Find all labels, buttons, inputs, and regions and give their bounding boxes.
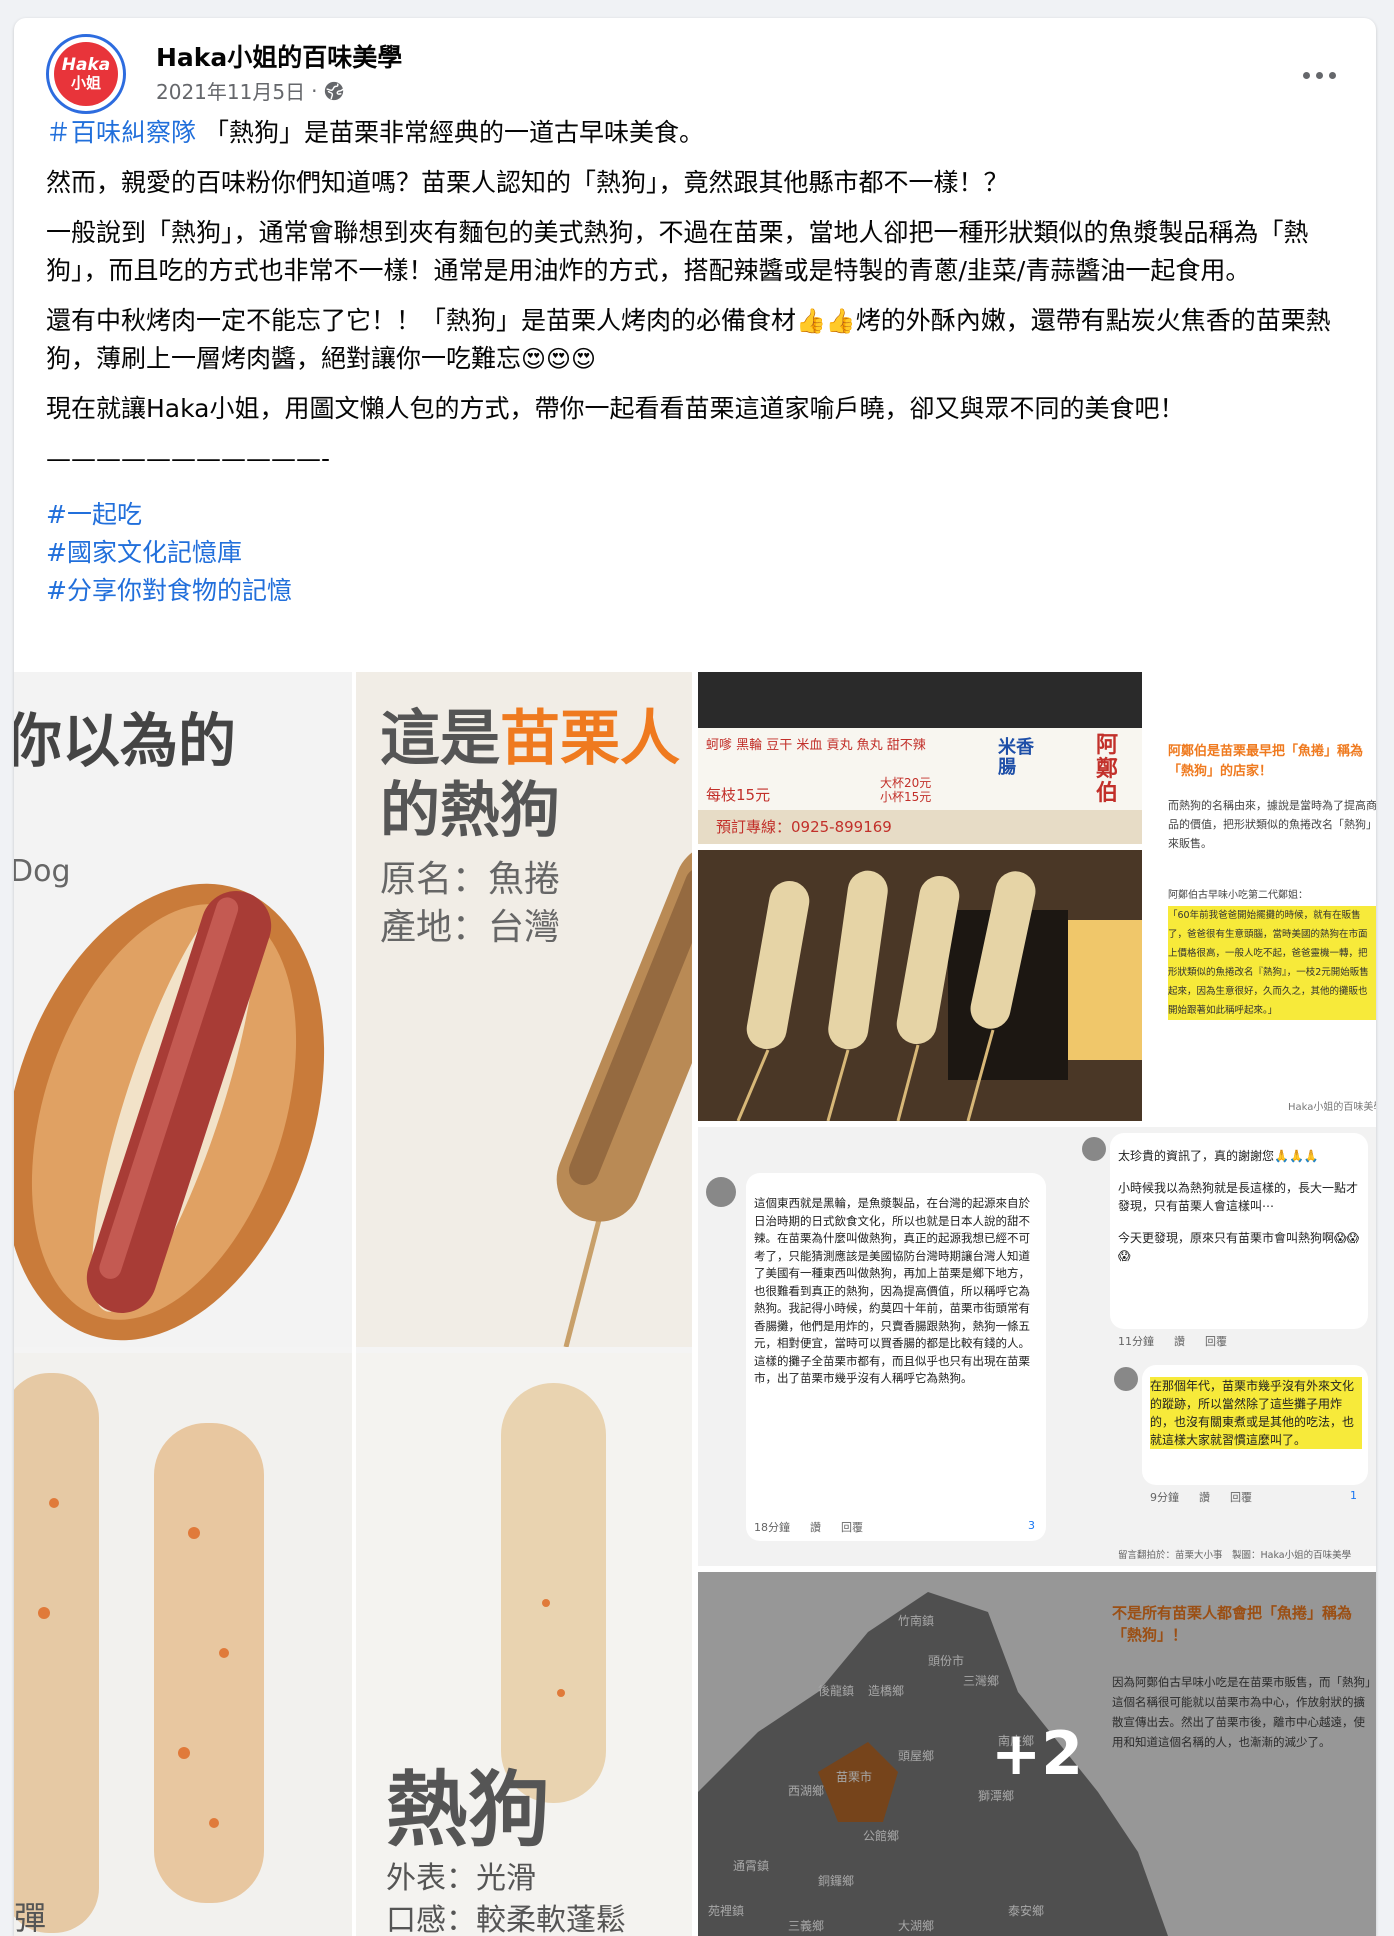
post-meta: 2021年11月5日 ·: [156, 76, 345, 105]
photo-thumbnail[interactable]: [698, 850, 1142, 1121]
globe-icon[interactable]: [323, 80, 345, 102]
photo-thumbnail[interactable]: 這個東西就是黑輪，是魚漿製品，在台灣的起源來自於日治時期的日式飲食文化，所以也就…: [698, 1127, 1376, 1566]
info-quote: 「60年前我爸爸開始擺攤的時候，就有在販售了，爸爸很有生意頭腦，當時美國的熱狗在…: [1168, 906, 1376, 1020]
hotdog-bun-illustration: [14, 883, 325, 1341]
post-date-link[interactable]: 2021年11月5日: [156, 76, 305, 105]
info-body: 而熱狗的名稱由來，據說是當時為了提高商品的價值，把形狀類似的魚捲改名「熱狗」來販…: [1168, 799, 1376, 850]
page-name-link[interactable]: Haka小姐的百味美學: [156, 38, 402, 74]
post-header: Haka 小姐 Haka小姐的百味美學 2021年11月5日 ·: [46, 24, 1352, 114]
avatar: [1082, 1137, 1106, 1161]
more-options-button[interactable]: [1292, 48, 1346, 102]
menu-phone: 預訂專線：0925-899169: [716, 818, 892, 836]
hashtag-link[interactable]: #一起吃: [46, 500, 142, 529]
like-count: 1: [1350, 1489, 1357, 1502]
photo-gallery: 你以為的 Dog 這是苗栗人 的熱狗 原名：魚捲 產地：台灣 彈 熱狗 外表：光…: [14, 672, 1376, 1936]
panel-hotdog-miaoli: 熱狗 外表：光滑 口感：較柔軟蓬鬆: [356, 1353, 692, 1936]
post-paragraph-4: 還有中秋烤肉一定不能忘了它！！「熱狗」是苗栗人烤肉的必備食材👍👍烤的外酥內嫩，還…: [46, 302, 1346, 378]
comment-footer: 留言翻拍於：苗栗大小事 製圖：Haka小姐的百味美學: [1118, 1550, 1352, 1561]
panel-fish-roll-grilled: 這是苗栗人 的熱狗 原名：魚捲 產地：台灣: [356, 672, 692, 1347]
grilled-fish-roll-illustration: [556, 844, 692, 1347]
avatar-logo-text-1: Haka: [61, 55, 111, 75]
post-card: Haka 小姐 Haka小姐的百味美學 2021年11月5日 · ＃百味糾察隊 …: [14, 18, 1376, 1936]
comment-actions: 9分鐘讚回覆: [1150, 1491, 1252, 1504]
post-paragraph-1: ＃百味糾察隊 「熱狗」是苗栗非常經典的一道古早味美食。: [46, 114, 1346, 152]
comment-text: 在那個年代，苗栗市幾乎沒有外來文化的蹤跡，所以當然除了這些攤子用炸的，也沒有關東…: [1150, 1377, 1362, 1449]
avatar-logo-text-2: 小姐: [70, 74, 101, 92]
panel-hotdog: 你以為的 Dog: [14, 672, 352, 1347]
thumbs-up-icon: 👍👍: [796, 307, 856, 335]
hashtag-link[interactable]: ＃百味糾察隊: [46, 118, 196, 147]
info-quote-label: 阿鄭伯古早味小吃第二代鄭姐：: [1168, 890, 1308, 901]
comment-text: 太珍貴的資訊了，真的謝謝您🙏🙏🙏 小時候我以為熱狗就是長這樣的，長大一點才發現，…: [1118, 1149, 1360, 1263]
panel-heading: 熱狗: [386, 1763, 551, 1858]
avatar: [1114, 1367, 1138, 1391]
info-title: 阿鄭伯是苗栗最早把「魚捲」稱為「熱狗」的店家！: [1168, 744, 1364, 779]
menu-price: 每枝15元: [706, 786, 771, 804]
post-paragraph-5: 現在就讓Haka小姐，用圖文懶人包的方式，帶你一起看看苗栗這道家喻戶曉，卻又與眾…: [46, 394, 1185, 423]
info-footer: Haka小姐的百味美學: [1288, 1102, 1376, 1113]
raw-fish-roll-illustration: [14, 1373, 264, 1933]
menu-sausage: 米香腸: [998, 737, 1034, 778]
avatar: [706, 1177, 736, 1207]
post-text: ＃百味糾察隊 「熱狗」是苗栗非常經典的一道古早味美食。 然而，親愛的百味粉你們知…: [46, 114, 1346, 610]
avatar-logo: Haka 小姐: [54, 42, 118, 106]
post-paragraph-3: 一般說到「熱狗」，通常會聯想到夾有麵包的美式熱狗，不過在苗栗，當地人卻把一種形狀…: [46, 218, 1309, 285]
more-photos-overlay[interactable]: +2: [698, 1572, 1376, 1936]
hashtag-link[interactable]: #國家文化記憶庫: [46, 538, 242, 567]
meta-separator: ·: [311, 78, 318, 103]
post-rule: ———————————-: [46, 444, 331, 473]
comment-text: 這個東西就是黑輪，是魚漿製品，在台灣的起源來自於日治時期的日式飲食文化，所以也就…: [754, 1196, 1030, 1385]
menu-items: 蚵嗲 黑輪 豆干 米血 貢丸 魚丸 甜不辣: [706, 738, 926, 753]
page-avatar[interactable]: Haka 小姐: [46, 34, 126, 114]
panel-fish-roll-raw: 彈: [14, 1353, 352, 1936]
panel-info-1: 外表：光滑: [386, 1861, 536, 1896]
menu-cup-price: 大杯20元 小杯15元: [880, 776, 932, 804]
hashtag-list: #一起吃 #國家文化記憶庫 #分享你對食物的記憶: [46, 496, 1346, 610]
store-name-vertical: 阿鄭伯: [1096, 733, 1119, 806]
panel-info-cut: 彈: [14, 1899, 47, 1936]
hashtag-link[interactable]: #分享你對食物的記憶: [46, 576, 292, 605]
paragraph-1-text: 「熱狗」是苗栗非常經典的一道古早味美食。: [196, 118, 704, 147]
fried-hotdog-photo: [698, 850, 1142, 1121]
photo-thumbnail[interactable]: 阿鄭伯是苗栗最早把「魚捲」稱為「熱狗」的店家！ 而熱狗的名稱由來，據說是當時為了…: [1148, 672, 1376, 1121]
photo-thumbnail[interactable]: 蚵嗲 黑輪 豆干 米血 貢丸 魚丸 甜不辣 每枝15元 大杯20元 小杯15元 米…: [698, 672, 1142, 844]
photo-thumbnail-more[interactable]: 竹南鎮 頭份市 三灣鄉 後龍鎮 造橋鄉 苗栗市 西湖鄉 頭屋鄉 公館鄉 獅潭鄉 …: [698, 1572, 1376, 1936]
comment-actions: 11分鐘讚回覆: [1118, 1335, 1227, 1348]
paragraph-4-text-a: 還有中秋烤肉一定不能忘了它！！「熱狗」是苗栗人烤肉的必備食材: [46, 306, 797, 335]
panel-heading: 你以為的: [14, 707, 237, 775]
panel-info-2: 口感：較柔軟蓬鬆: [386, 1903, 626, 1936]
heart-eyes-icon: 😍😍😍: [521, 345, 597, 373]
like-count: 3: [1028, 1519, 1035, 1532]
post-paragraph-2: 然而，親愛的百味粉你們知道嗎？苗栗人認知的「熱狗」，竟然跟其他縣市都不一樣！？: [46, 168, 1009, 197]
comment-actions: 18分鐘讚回覆: [754, 1521, 863, 1534]
photo-main[interactable]: 你以為的 Dog 這是苗栗人 的熱狗 原名：魚捲 產地：台灣 彈 熱狗 外表：光…: [14, 672, 692, 1936]
